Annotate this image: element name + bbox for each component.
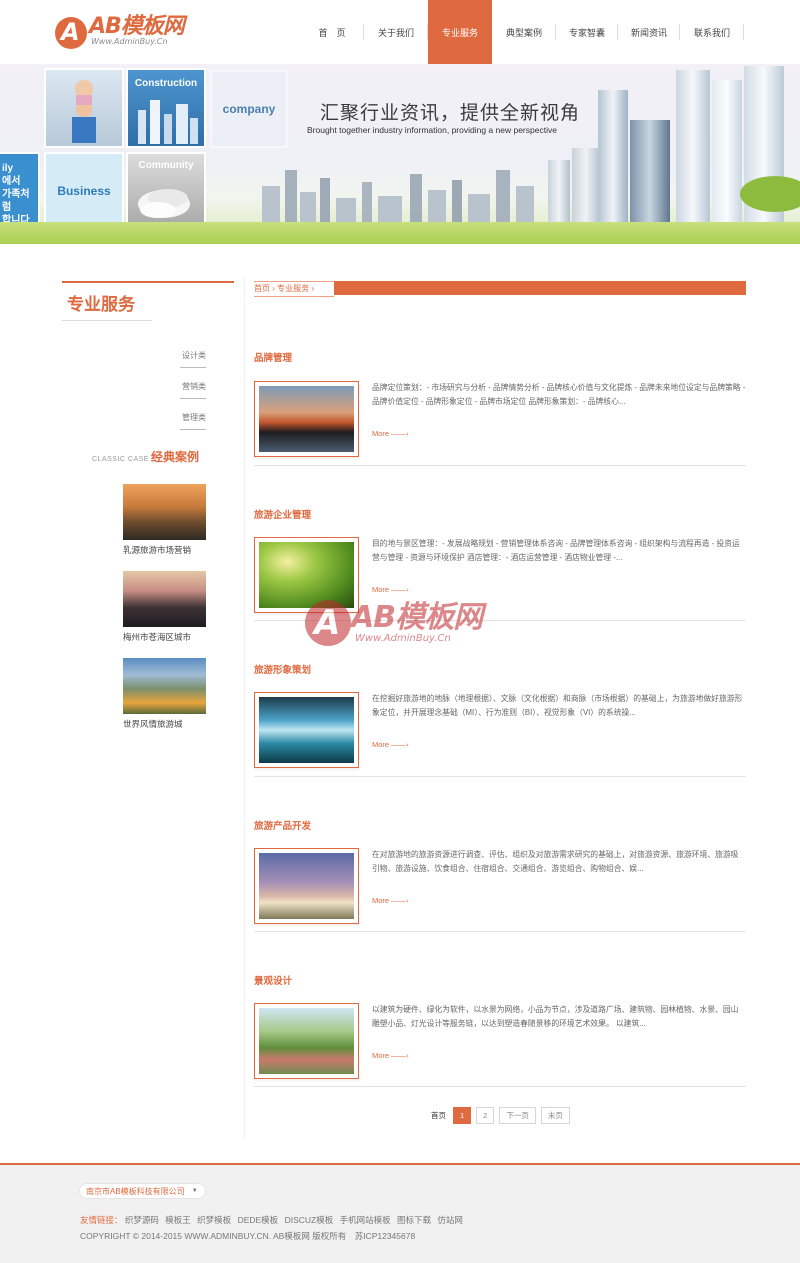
main-nav: 首 页 关于我们 专业服务 典型案例 专家智囊 新闻资讯 联系我们 — [300, 0, 744, 64]
breadcrumb-separator: › — [311, 284, 315, 293]
sidebar-divider — [244, 278, 245, 1138]
article-desc: 在对旅游地的旅游资源进行调查、评估、组织及对旅游需求研究的基础上，对旅游资源、旅… — [372, 850, 739, 873]
sidebar-title: 专业服务 — [67, 295, 135, 314]
nav-news[interactable]: 新闻资讯 — [618, 0, 680, 64]
logo-a-icon — [55, 17, 87, 49]
pager-first[interactable]: 首页 — [429, 1107, 448, 1124]
chevron-down-icon: ▼ — [191, 1188, 198, 1194]
article-thumbnail[interactable] — [254, 1003, 359, 1079]
friend-link[interactable]: 手机网站模板 — [340, 1215, 391, 1225]
case-image-castle[interactable] — [123, 484, 206, 540]
construction-buildings-graphic — [138, 100, 198, 144]
header: AB模板网 Www.AdminBuy.Cn 首 页 关于我们 专业服务 典型案例… — [0, 0, 800, 64]
watermark-logo: AB模板网 Www.AdminBuy.Cn — [305, 600, 483, 646]
friend-link[interactable]: DEDE模板 — [238, 1215, 279, 1225]
article-divider — [254, 465, 746, 466]
nav-cases[interactable]: 典型案例 — [492, 0, 556, 64]
article-title[interactable]: 景观设计 — [254, 973, 292, 987]
article-divider — [254, 1086, 746, 1087]
article-thumbnail[interactable] — [254, 692, 359, 768]
article-divider — [254, 776, 746, 777]
company-select[interactable]: 南京市AB模板科技有限公司 ▼ — [79, 1183, 206, 1199]
article-desc: 以建筑为硬件、绿化为软件，以水景为网络，小品为节点，涉及道路广场、建筑物、园林植… — [372, 1005, 739, 1028]
hands-graphic — [138, 189, 190, 218]
banner-tile-business: Business — [44, 152, 124, 230]
article-thumbnail[interactable] — [254, 848, 359, 924]
friend-link[interactable]: 织梦模板 — [197, 1215, 231, 1225]
case-image-valley[interactable] — [123, 658, 206, 714]
banner-subtitle: Brought together industry information, p… — [307, 125, 557, 135]
logo[interactable]: AB模板网 Www.AdminBuy.Cn — [55, 14, 185, 49]
nav-services[interactable]: 专业服务 — [428, 0, 492, 64]
tree-graphic — [740, 176, 800, 212]
more-link[interactable]: More — [372, 585, 409, 594]
article-title[interactable]: 品牌管理 — [254, 350, 292, 364]
breadcrumb-separator: › — [272, 284, 275, 293]
case-caption[interactable]: 乳源旅游市场营销 — [123, 544, 191, 556]
nav-experts[interactable]: 专家智囊 — [556, 0, 618, 64]
friend-link[interactable]: 织梦源码 — [125, 1215, 159, 1225]
breadcrumb-current[interactable]: 专业服务 — [277, 284, 309, 293]
friend-links-label: 友情链接： — [80, 1215, 123, 1225]
sidebar-title-rule — [62, 281, 234, 283]
article-desc: 在挖掘好旅游地的地脉（地理根据）、文脉（文化根据）和商脉（市场根据）的基础上，为… — [372, 694, 743, 717]
classic-case-heading: CLASSIC CASE 经典案例 — [92, 450, 199, 464]
pager-next[interactable]: 下一页 — [499, 1107, 536, 1124]
banner-tile-family-photo — [44, 68, 124, 148]
pager-page-2[interactable]: 2 — [476, 1107, 495, 1124]
more-link[interactable]: More — [372, 429, 409, 438]
nav-about[interactable]: 关于我们 — [364, 0, 428, 64]
article-divider — [254, 931, 746, 932]
more-link[interactable]: More — [372, 740, 409, 749]
sidebar-item-marketing[interactable]: 营销类 — [146, 381, 206, 399]
article-title[interactable]: 旅游企业管理 — [254, 507, 311, 521]
pager-page-1[interactable]: 1 — [453, 1107, 472, 1124]
more-link[interactable]: More — [372, 1051, 409, 1060]
case-caption[interactable]: 梅州市苍海区城市 — [123, 631, 191, 643]
copyright: COPYRIGHT © 2014-2015 WWW.ADMINBUY.CN. A… — [80, 1231, 416, 1241]
breadcrumb-bar — [254, 281, 746, 297]
pagination: 首页 1 2 下一页 末页 — [429, 1107, 570, 1124]
nav-home[interactable]: 首 页 — [300, 0, 364, 64]
pager-last[interactable]: 末页 — [540, 1107, 570, 1124]
banner-title: 汇聚行业资讯，提供全新视角 — [320, 103, 581, 124]
footer: 南京市AB模板科技有限公司 ▼ 友情链接： 织梦源码 模板王 织梦模板 DEDE… — [0, 1163, 800, 1263]
case-image-lake[interactable] — [123, 571, 206, 627]
friend-link[interactable]: 图标下载 — [397, 1215, 431, 1225]
logo-name: AB模板网 — [89, 14, 185, 39]
sidebar-title-underline — [62, 320, 152, 321]
case-caption[interactable]: 世界风情旅游城 — [123, 718, 183, 730]
banner-tile-company: company — [210, 70, 288, 148]
banner-tile-edge: ily 에서 가족처럼 합니다 — [0, 152, 40, 230]
sidebar-item-design[interactable]: 设计类 — [146, 350, 206, 368]
article-desc: 品牌定位策划：- 市场研究与分析 - 品牌情势分析 - 品牌核心价值与文化提炼 … — [372, 383, 746, 406]
friend-link[interactable]: 模板王 — [165, 1215, 191, 1225]
sidebar-item-management[interactable]: 管理类 — [146, 412, 206, 430]
article-title[interactable]: 旅游产品开发 — [254, 818, 311, 832]
article-desc: 目的地与景区管理：- 发展战略规划 - 营销管理体系咨询 - 品牌管理体系咨询 … — [372, 539, 740, 562]
breadcrumb-home[interactable]: 首页 — [254, 284, 270, 293]
banner: ily 에서 가족처럼 합니다 Construction company Busine… — [0, 64, 800, 244]
friend-link[interactable]: 仿站网 — [437, 1215, 463, 1225]
breadcrumb: 首页 › 专业服务 › — [254, 283, 314, 294]
nav-contact[interactable]: 联系我们 — [680, 0, 744, 64]
article-thumbnail[interactable] — [254, 381, 359, 457]
grass-strip — [0, 222, 800, 244]
more-link[interactable]: More — [372, 896, 409, 905]
friend-link[interactable]: DISCUZ模板 — [285, 1215, 334, 1225]
article-title[interactable]: 旅游形象策划 — [254, 662, 311, 676]
friend-links: 友情链接： 织梦源码 模板王 织梦模板 DEDE模板 DISCUZ模板 手机网站… — [80, 1214, 467, 1226]
